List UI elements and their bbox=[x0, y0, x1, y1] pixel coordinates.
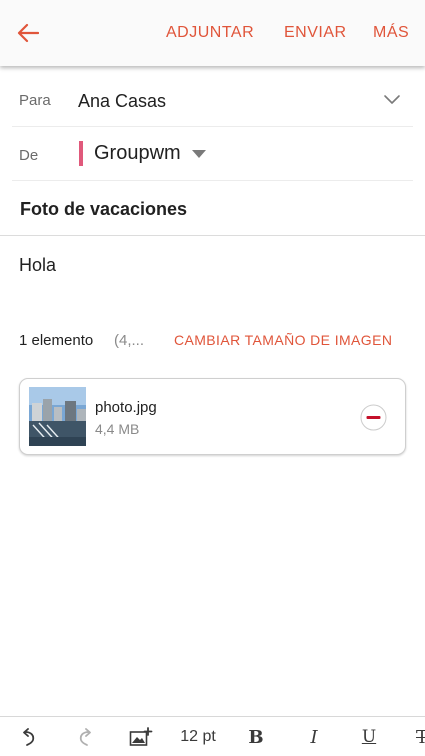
divider bbox=[12, 180, 413, 181]
attachment-total-size: (4,... bbox=[114, 332, 145, 349]
arrow-left-icon bbox=[17, 23, 39, 43]
undo-button[interactable] bbox=[16, 717, 42, 756]
chevron-down-icon[interactable] bbox=[382, 92, 402, 106]
back-button[interactable] bbox=[12, 17, 44, 49]
insert-image-icon bbox=[129, 727, 153, 746]
italic-button[interactable]: I bbox=[302, 717, 326, 756]
font-size-selector[interactable]: 12 pt bbox=[174, 717, 222, 756]
remove-circle-icon[interactable] bbox=[360, 404, 387, 431]
attachment-file-size: 4,4 MB bbox=[95, 421, 140, 437]
to-field-row: Para Ana Casas bbox=[0, 72, 425, 127]
insert-image-button[interactable] bbox=[126, 717, 156, 756]
attachment-card[interactable]: photo.jpg 4,4 MB bbox=[19, 378, 406, 455]
attachment-count: 1 elemento bbox=[19, 332, 94, 349]
undo-icon bbox=[23, 728, 35, 746]
from-label: De bbox=[19, 147, 39, 164]
send-button[interactable]: ENVIAR bbox=[284, 24, 347, 42]
caret-down-icon[interactable] bbox=[191, 149, 207, 159]
underline-button[interactable]: U bbox=[357, 717, 381, 756]
photo-thumbnail bbox=[29, 387, 86, 446]
from-field-row[interactable]: De Groupwm bbox=[0, 127, 425, 181]
formatting-toolbar: 12 pt B I U T bbox=[0, 716, 425, 756]
strikethrough-button[interactable]: T bbox=[410, 717, 425, 756]
divider bbox=[0, 235, 425, 236]
account-color-marker bbox=[79, 141, 83, 166]
resize-image-button[interactable]: CAMBIAR TAMAÑO DE IMAGEN bbox=[174, 332, 392, 348]
redo-icon bbox=[79, 728, 91, 746]
subject-field[interactable]: Foto de vacaciones bbox=[20, 199, 187, 220]
attach-button[interactable]: ADJUNTAR bbox=[166, 24, 254, 42]
to-recipient[interactable]: Ana Casas bbox=[78, 91, 166, 112]
attachment-file-name: photo.jpg bbox=[95, 399, 157, 416]
from-account[interactable]: Groupwm bbox=[94, 142, 181, 165]
app-bar: ADJUNTAR ENVIAR MÁS bbox=[0, 0, 425, 66]
bold-button[interactable]: B bbox=[244, 717, 268, 756]
to-label: Para bbox=[19, 92, 51, 109]
message-body[interactable]: Hola bbox=[19, 255, 56, 276]
redo-button[interactable] bbox=[72, 717, 98, 756]
more-button[interactable]: MÁS bbox=[373, 24, 409, 42]
